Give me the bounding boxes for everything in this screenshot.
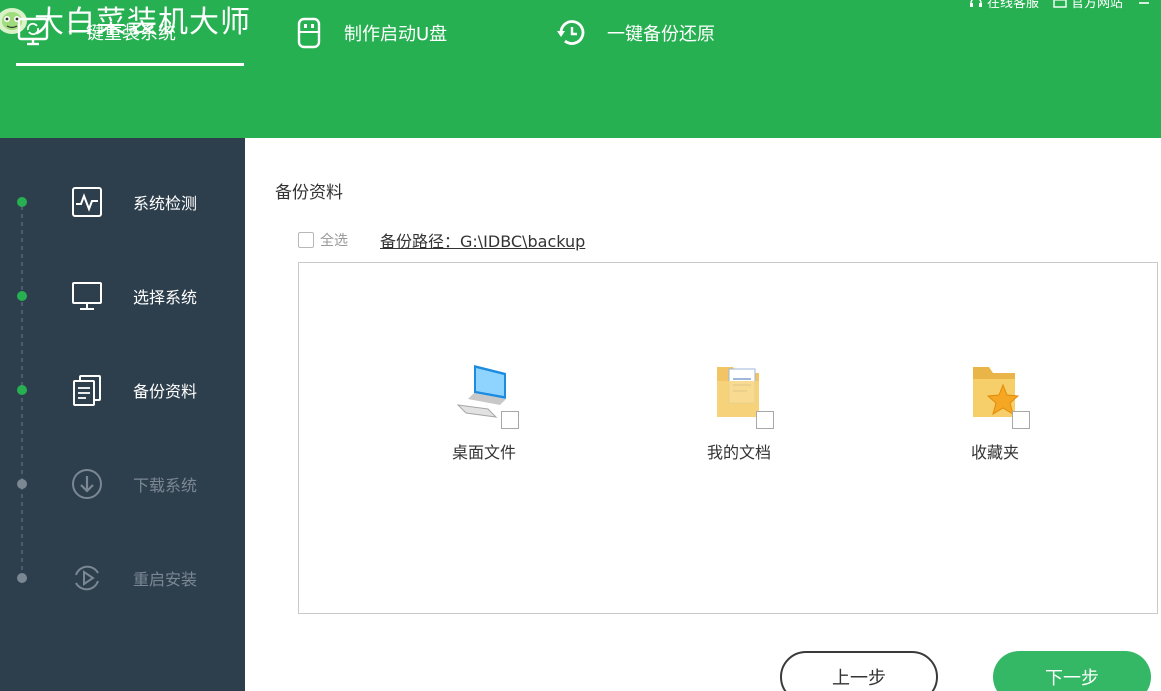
select-row: 全选 备份路径：G:\IDBC\backup (298, 228, 585, 252)
file-label: 桌面文件 (451, 443, 516, 462)
main-panel: 备份资料 全选 备份路径：G:\IDBC\backup 桌面文件 我的文档 收藏… (245, 138, 1161, 691)
desktop-checkbox[interactable] (501, 411, 519, 429)
favorites-checkbox[interactable] (1012, 411, 1030, 429)
file-icon-wrap (449, 359, 519, 429)
step-dot (17, 291, 27, 301)
online-support-label: 在线客服 (986, 0, 1039, 11)
section-title: 备份资料 (275, 183, 343, 203)
backup-item-documents[interactable]: 我的文档 (679, 359, 799, 463)
official-website-link[interactable]: 官方网站 (1053, 0, 1123, 11)
step-label: 选择系统 (133, 288, 198, 307)
select-all-label[interactable]: 全选 (320, 230, 348, 250)
website-icon (1053, 0, 1067, 8)
step-download-system: 下载系统 (0, 464, 245, 504)
documents-icon (73, 375, 101, 406)
backup-item-favorites[interactable]: 收藏夹 (935, 359, 1055, 463)
top-links: 在线客服 官方网站 (969, 0, 1151, 11)
tab-backup-restore[interactable]: 一键备份还原 (555, 0, 795, 66)
step-label: 备份资料 (133, 382, 198, 401)
documents-checkbox[interactable] (756, 411, 774, 429)
step-dot (17, 573, 27, 583)
step-dot (17, 479, 27, 489)
steps-sidebar: 系统检测 选择系统 备份资料 下载系统 重启安装 (0, 138, 245, 691)
backup-restore-icon (557, 20, 585, 45)
desktop-icon (72, 282, 102, 310)
step-label: 系统检测 (133, 194, 198, 213)
step-label: 下载系统 (133, 476, 198, 495)
minimize-icon[interactable] (1137, 0, 1151, 9)
file-label: 收藏夹 (970, 443, 1019, 462)
official-website-label: 官方网站 (1070, 0, 1123, 11)
support-icon (969, 0, 982, 7)
restart-icon (75, 565, 99, 591)
file-label: 我的文档 (706, 443, 771, 462)
monitor-refresh-icon (17, 17, 49, 45)
step-label: 重启安装 (133, 570, 198, 589)
step-backup-data: 备份资料 (0, 370, 245, 410)
next-step-button[interactable]: 下一步 (993, 651, 1151, 691)
step-system-check: 系统检测 (0, 182, 245, 222)
file-icon-wrap (704, 359, 774, 429)
backup-items-box: 桌面文件 我的文档 收藏夹 (298, 262, 1158, 614)
select-all-checkbox[interactable] (298, 232, 314, 248)
download-icon (72, 469, 102, 499)
app-header: 大白菜装机大师 在线客服 官方网站 一键重装系统 制作启动U盘 一键备份还原 (0, 0, 1161, 138)
backup-item-desktop[interactable]: 桌面文件 (424, 359, 544, 463)
previous-step-button[interactable]: 上一步 (780, 651, 938, 691)
file-icon-wrap (960, 359, 1030, 429)
backup-path-link[interactable]: 备份路径：G:\IDBC\backup (380, 228, 585, 252)
usb-drive-icon (297, 17, 321, 49)
tab-one-click-reinstall[interactable]: 一键重装系统 (16, 0, 244, 66)
tab-one-click-reinstall-label: 一键重装系统 (68, 22, 176, 44)
tab-backup-restore-label: 一键备份还原 (607, 24, 715, 45)
tab-make-usb[interactable]: 制作启动U盘 (292, 0, 502, 66)
pulse-monitor-icon (72, 187, 102, 217)
online-support-link[interactable]: 在线客服 (969, 0, 1039, 11)
step-select-system: 选择系统 (0, 276, 245, 316)
step-dot (17, 197, 27, 207)
step-dot (17, 385, 27, 395)
tab-make-usb-label: 制作启动U盘 (344, 24, 448, 45)
step-restart-install: 重启安装 (0, 558, 245, 598)
